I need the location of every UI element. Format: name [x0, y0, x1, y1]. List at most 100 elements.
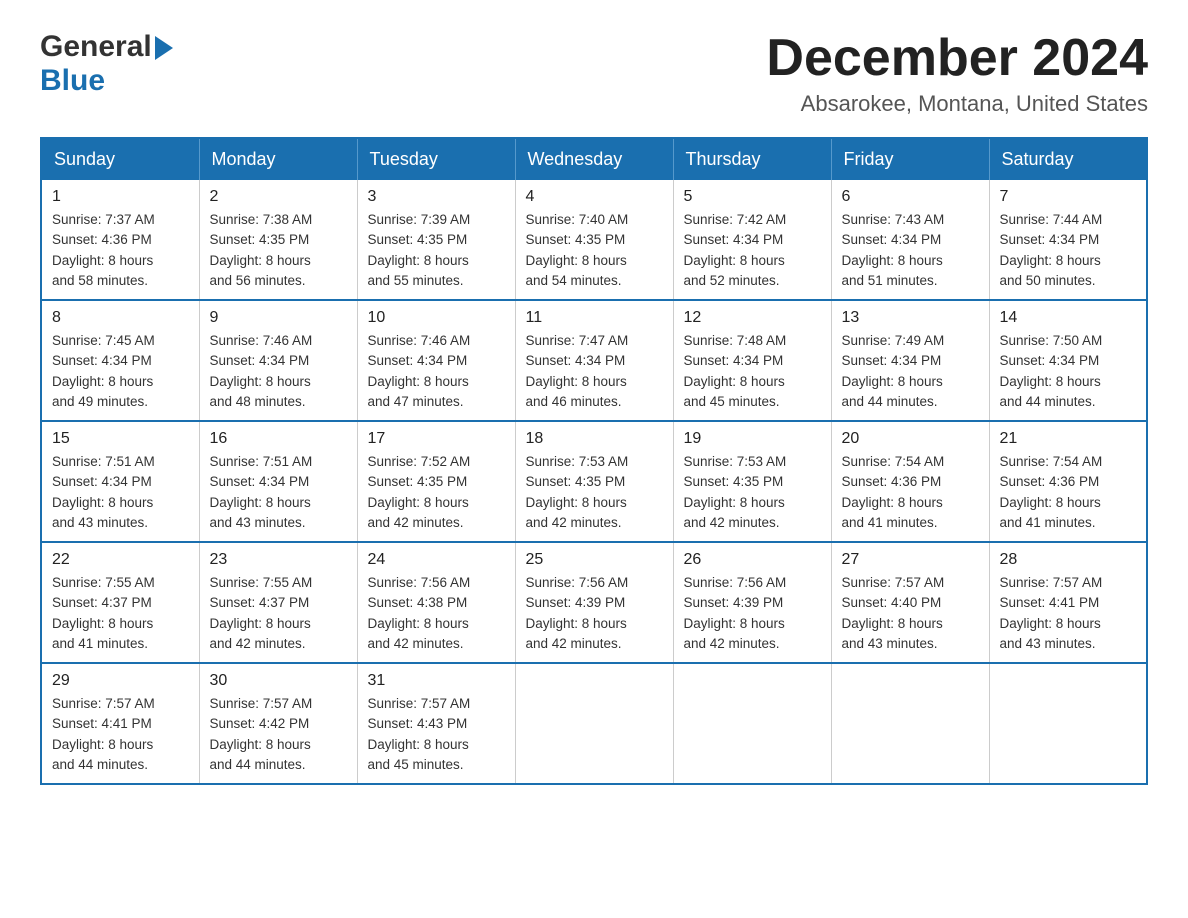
day-number: 3 — [368, 188, 505, 206]
day-number: 11 — [526, 309, 663, 327]
logo-general-text: General — [40, 30, 152, 64]
title-section: December 2024 Absarokee, Montana, United… — [766, 30, 1148, 117]
page-header: General Blue December 2024 Absarokee, Mo… — [40, 30, 1148, 117]
day-of-week-header: Saturday — [989, 138, 1147, 180]
calendar-day-cell: 26 Sunrise: 7:56 AM Sunset: 4:39 PM Dayl… — [673, 542, 831, 663]
calendar-day-cell: 24 Sunrise: 7:56 AM Sunset: 4:38 PM Dayl… — [357, 542, 515, 663]
calendar-day-cell: 17 Sunrise: 7:52 AM Sunset: 4:35 PM Dayl… — [357, 421, 515, 542]
day-number: 6 — [842, 188, 979, 206]
calendar-day-cell: 30 Sunrise: 7:57 AM Sunset: 4:42 PM Dayl… — [199, 663, 357, 784]
day-number: 27 — [842, 551, 979, 569]
day-number: 14 — [1000, 309, 1137, 327]
day-number: 25 — [526, 551, 663, 569]
calendar-week-row: 29 Sunrise: 7:57 AM Sunset: 4:41 PM Dayl… — [41, 663, 1147, 784]
day-info: Sunrise: 7:52 AM Sunset: 4:35 PM Dayligh… — [368, 452, 505, 533]
day-info: Sunrise: 7:48 AM Sunset: 4:34 PM Dayligh… — [684, 331, 821, 412]
logo: General Blue — [40, 30, 173, 98]
day-number: 12 — [684, 309, 821, 327]
day-info: Sunrise: 7:57 AM Sunset: 4:41 PM Dayligh… — [52, 694, 189, 775]
day-of-week-header: Tuesday — [357, 138, 515, 180]
day-number: 19 — [684, 430, 821, 448]
calendar-day-cell: 5 Sunrise: 7:42 AM Sunset: 4:34 PM Dayli… — [673, 180, 831, 300]
day-info: Sunrise: 7:55 AM Sunset: 4:37 PM Dayligh… — [52, 573, 189, 654]
calendar-day-cell: 14 Sunrise: 7:50 AM Sunset: 4:34 PM Dayl… — [989, 300, 1147, 421]
day-number: 20 — [842, 430, 979, 448]
calendar-week-row: 15 Sunrise: 7:51 AM Sunset: 4:34 PM Dayl… — [41, 421, 1147, 542]
day-info: Sunrise: 7:57 AM Sunset: 4:42 PM Dayligh… — [210, 694, 347, 775]
calendar-week-row: 22 Sunrise: 7:55 AM Sunset: 4:37 PM Dayl… — [41, 542, 1147, 663]
calendar-day-cell: 4 Sunrise: 7:40 AM Sunset: 4:35 PM Dayli… — [515, 180, 673, 300]
day-number: 7 — [1000, 188, 1137, 206]
day-number: 8 — [52, 309, 189, 327]
day-number: 15 — [52, 430, 189, 448]
calendar-day-cell: 19 Sunrise: 7:53 AM Sunset: 4:35 PM Dayl… — [673, 421, 831, 542]
day-info: Sunrise: 7:44 AM Sunset: 4:34 PM Dayligh… — [1000, 210, 1137, 291]
calendar-day-cell: 27 Sunrise: 7:57 AM Sunset: 4:40 PM Dayl… — [831, 542, 989, 663]
logo-arrow-icon — [155, 36, 173, 60]
day-info: Sunrise: 7:46 AM Sunset: 4:34 PM Dayligh… — [368, 331, 505, 412]
calendar-week-row: 1 Sunrise: 7:37 AM Sunset: 4:36 PM Dayli… — [41, 180, 1147, 300]
day-number: 28 — [1000, 551, 1137, 569]
calendar-day-cell — [673, 663, 831, 784]
calendar-table: SundayMondayTuesdayWednesdayThursdayFrid… — [40, 137, 1148, 785]
calendar-day-cell: 28 Sunrise: 7:57 AM Sunset: 4:41 PM Dayl… — [989, 542, 1147, 663]
day-info: Sunrise: 7:37 AM Sunset: 4:36 PM Dayligh… — [52, 210, 189, 291]
calendar-day-cell: 3 Sunrise: 7:39 AM Sunset: 4:35 PM Dayli… — [357, 180, 515, 300]
day-number: 24 — [368, 551, 505, 569]
logo-blue-text: Blue — [40, 64, 105, 98]
day-number: 16 — [210, 430, 347, 448]
day-info: Sunrise: 7:47 AM Sunset: 4:34 PM Dayligh… — [526, 331, 663, 412]
day-info: Sunrise: 7:42 AM Sunset: 4:34 PM Dayligh… — [684, 210, 821, 291]
calendar-day-cell: 8 Sunrise: 7:45 AM Sunset: 4:34 PM Dayli… — [41, 300, 199, 421]
calendar-day-cell: 20 Sunrise: 7:54 AM Sunset: 4:36 PM Dayl… — [831, 421, 989, 542]
day-info: Sunrise: 7:40 AM Sunset: 4:35 PM Dayligh… — [526, 210, 663, 291]
month-title: December 2024 — [766, 30, 1148, 87]
day-number: 23 — [210, 551, 347, 569]
day-number: 1 — [52, 188, 189, 206]
location-text: Absarokee, Montana, United States — [766, 91, 1148, 117]
day-number: 26 — [684, 551, 821, 569]
calendar-day-cell: 6 Sunrise: 7:43 AM Sunset: 4:34 PM Dayli… — [831, 180, 989, 300]
day-info: Sunrise: 7:53 AM Sunset: 4:35 PM Dayligh… — [526, 452, 663, 533]
calendar-day-cell — [989, 663, 1147, 784]
calendar-day-cell: 18 Sunrise: 7:53 AM Sunset: 4:35 PM Dayl… — [515, 421, 673, 542]
day-number: 4 — [526, 188, 663, 206]
day-number: 9 — [210, 309, 347, 327]
day-number: 31 — [368, 672, 505, 690]
calendar-day-cell: 29 Sunrise: 7:57 AM Sunset: 4:41 PM Dayl… — [41, 663, 199, 784]
calendar-day-cell: 7 Sunrise: 7:44 AM Sunset: 4:34 PM Dayli… — [989, 180, 1147, 300]
calendar-day-cell: 1 Sunrise: 7:37 AM Sunset: 4:36 PM Dayli… — [41, 180, 199, 300]
day-info: Sunrise: 7:50 AM Sunset: 4:34 PM Dayligh… — [1000, 331, 1137, 412]
day-number: 29 — [52, 672, 189, 690]
day-number: 18 — [526, 430, 663, 448]
day-info: Sunrise: 7:53 AM Sunset: 4:35 PM Dayligh… — [684, 452, 821, 533]
calendar-header-row: SundayMondayTuesdayWednesdayThursdayFrid… — [41, 138, 1147, 180]
day-info: Sunrise: 7:57 AM Sunset: 4:43 PM Dayligh… — [368, 694, 505, 775]
day-info: Sunrise: 7:56 AM Sunset: 4:38 PM Dayligh… — [368, 573, 505, 654]
day-info: Sunrise: 7:51 AM Sunset: 4:34 PM Dayligh… — [52, 452, 189, 533]
day-number: 17 — [368, 430, 505, 448]
day-number: 13 — [842, 309, 979, 327]
day-info: Sunrise: 7:56 AM Sunset: 4:39 PM Dayligh… — [526, 573, 663, 654]
day-info: Sunrise: 7:55 AM Sunset: 4:37 PM Dayligh… — [210, 573, 347, 654]
calendar-day-cell: 9 Sunrise: 7:46 AM Sunset: 4:34 PM Dayli… — [199, 300, 357, 421]
calendar-day-cell: 15 Sunrise: 7:51 AM Sunset: 4:34 PM Dayl… — [41, 421, 199, 542]
calendar-day-cell: 13 Sunrise: 7:49 AM Sunset: 4:34 PM Dayl… — [831, 300, 989, 421]
day-info: Sunrise: 7:54 AM Sunset: 4:36 PM Dayligh… — [842, 452, 979, 533]
day-number: 10 — [368, 309, 505, 327]
day-info: Sunrise: 7:39 AM Sunset: 4:35 PM Dayligh… — [368, 210, 505, 291]
day-info: Sunrise: 7:57 AM Sunset: 4:40 PM Dayligh… — [842, 573, 979, 654]
calendar-day-cell: 25 Sunrise: 7:56 AM Sunset: 4:39 PM Dayl… — [515, 542, 673, 663]
day-number: 21 — [1000, 430, 1137, 448]
day-number: 30 — [210, 672, 347, 690]
calendar-day-cell: 22 Sunrise: 7:55 AM Sunset: 4:37 PM Dayl… — [41, 542, 199, 663]
day-of-week-header: Wednesday — [515, 138, 673, 180]
day-info: Sunrise: 7:49 AM Sunset: 4:34 PM Dayligh… — [842, 331, 979, 412]
calendar-day-cell: 11 Sunrise: 7:47 AM Sunset: 4:34 PM Dayl… — [515, 300, 673, 421]
day-number: 22 — [52, 551, 189, 569]
day-info: Sunrise: 7:54 AM Sunset: 4:36 PM Dayligh… — [1000, 452, 1137, 533]
calendar-day-cell: 12 Sunrise: 7:48 AM Sunset: 4:34 PM Dayl… — [673, 300, 831, 421]
day-info: Sunrise: 7:56 AM Sunset: 4:39 PM Dayligh… — [684, 573, 821, 654]
day-info: Sunrise: 7:57 AM Sunset: 4:41 PM Dayligh… — [1000, 573, 1137, 654]
calendar-day-cell: 21 Sunrise: 7:54 AM Sunset: 4:36 PM Dayl… — [989, 421, 1147, 542]
